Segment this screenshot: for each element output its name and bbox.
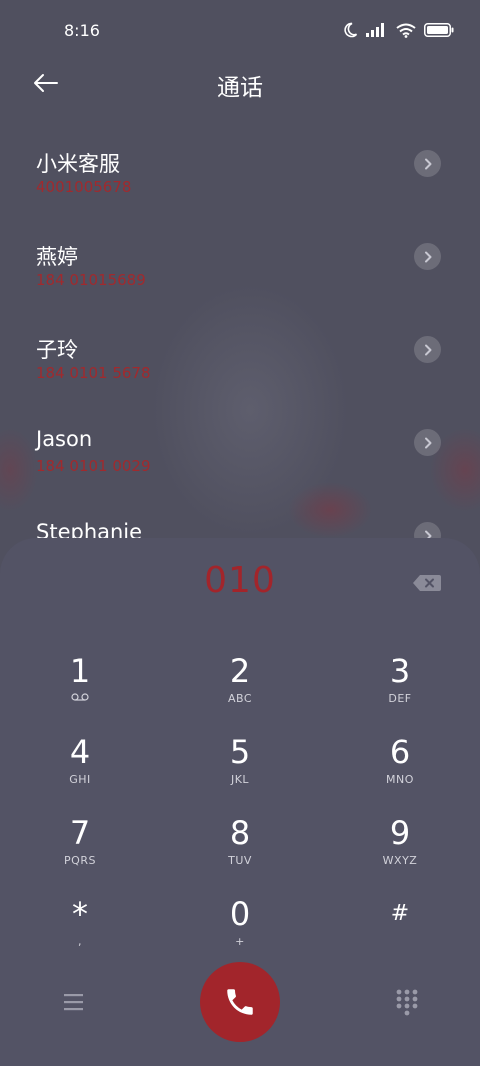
dial-key-0[interactable]: 0 + bbox=[180, 895, 300, 965]
key-letters: PQRS bbox=[64, 854, 96, 867]
dialpad-icon bbox=[396, 989, 418, 1016]
chevron-right-icon bbox=[424, 437, 431, 448]
key-letters: + bbox=[235, 935, 245, 948]
contact-number: 4001005678 bbox=[36, 178, 132, 196]
signal-icon bbox=[366, 23, 384, 37]
key-letters: MNO bbox=[386, 773, 414, 786]
key-letters: , bbox=[78, 935, 82, 948]
battery-icon bbox=[424, 23, 454, 37]
key-letters: ABC bbox=[227, 692, 253, 705]
dialed-number-display[interactable]: 010 bbox=[0, 560, 480, 601]
backspace-icon bbox=[413, 575, 441, 591]
key-digit: 8 bbox=[229, 814, 251, 852]
dial-key-2[interactable]: 2 ABC bbox=[180, 652, 300, 722]
contact-name: Jason bbox=[36, 427, 93, 451]
call-button[interactable] bbox=[200, 962, 280, 1042]
status-time: 8:16 bbox=[64, 21, 100, 40]
dialer-panel: 010 1 2 ABC 3 DEF 4 GHI 5 JKL 6 MNO 7 PQ… bbox=[0, 538, 480, 1066]
dial-key-5[interactable]: 5 JKL bbox=[180, 733, 300, 803]
key-digit: 4 bbox=[69, 733, 91, 771]
status-bar: 8:16 bbox=[0, 0, 480, 62]
key-digit: 0 bbox=[229, 895, 251, 933]
contact-number: 184 0101 0029 bbox=[36, 457, 151, 475]
dial-key-9[interactable]: 9 WXYZ bbox=[340, 814, 460, 884]
key-letters: JKL bbox=[230, 773, 250, 786]
moon-icon bbox=[344, 22, 358, 38]
key-digit: 2 bbox=[229, 652, 251, 690]
dial-key-star[interactable]: * , bbox=[20, 895, 140, 965]
contact-detail-button[interactable] bbox=[414, 336, 441, 363]
contact-number: 184 01015689 bbox=[36, 271, 146, 289]
contact-detail-button[interactable] bbox=[414, 243, 441, 270]
backspace-button[interactable] bbox=[412, 574, 442, 592]
key-letters: WXYZ bbox=[382, 854, 418, 867]
wifi-icon bbox=[396, 23, 416, 38]
key-digit: 1 bbox=[69, 652, 91, 690]
key-digit: 3 bbox=[389, 652, 411, 690]
contact-item[interactable]: 子玲 184 0101 5678 bbox=[0, 334, 480, 424]
dial-key-3[interactable]: 3 DEF bbox=[340, 652, 460, 722]
key-digit: * bbox=[72, 895, 88, 933]
key-digit: 9 bbox=[389, 814, 411, 852]
phone-icon bbox=[227, 989, 253, 1015]
contact-item[interactable]: 燕婷 184 01015689 bbox=[0, 241, 480, 331]
contact-item[interactable]: Jason 184 0101 0029 bbox=[0, 427, 480, 517]
contact-name: 小米客服 bbox=[36, 152, 120, 176]
status-icons bbox=[342, 22, 454, 38]
key-letters: DEF bbox=[388, 692, 412, 705]
dialpad-toggle-button[interactable] bbox=[394, 988, 420, 1016]
contact-number: 184 0101 5678 bbox=[36, 364, 151, 382]
menu-button[interactable] bbox=[60, 990, 88, 1014]
key-digit: 6 bbox=[389, 733, 411, 771]
key-letters: GHI bbox=[69, 773, 91, 786]
contact-item[interactable]: 小米客服 4001005678 bbox=[0, 148, 480, 238]
chevron-right-icon bbox=[424, 158, 431, 169]
key-digit: # bbox=[390, 901, 410, 926]
dial-key-1[interactable]: 1 bbox=[20, 652, 140, 722]
menu-icon bbox=[64, 994, 83, 1011]
voicemail-icon bbox=[71, 693, 89, 701]
key-letters: TUV bbox=[228, 854, 252, 867]
contact-name: 子玲 bbox=[36, 338, 78, 362]
header: 通话 bbox=[0, 62, 480, 106]
dial-key-hash[interactable]: # bbox=[340, 895, 460, 965]
chevron-right-icon bbox=[424, 251, 431, 262]
contact-name: 燕婷 bbox=[36, 245, 78, 269]
chevron-right-icon bbox=[424, 344, 431, 355]
key-digit: 5 bbox=[229, 733, 251, 771]
contact-detail-button[interactable] bbox=[414, 150, 441, 177]
dial-key-4[interactable]: 4 GHI bbox=[20, 733, 140, 803]
dial-key-8[interactable]: 8 TUV bbox=[180, 814, 300, 884]
dial-key-7[interactable]: 7 PQRS bbox=[20, 814, 140, 884]
contact-detail-button[interactable] bbox=[414, 429, 441, 456]
page-title: 通话 bbox=[217, 75, 263, 101]
key-digit: 7 bbox=[69, 814, 91, 852]
dial-key-6[interactable]: 6 MNO bbox=[340, 733, 460, 803]
